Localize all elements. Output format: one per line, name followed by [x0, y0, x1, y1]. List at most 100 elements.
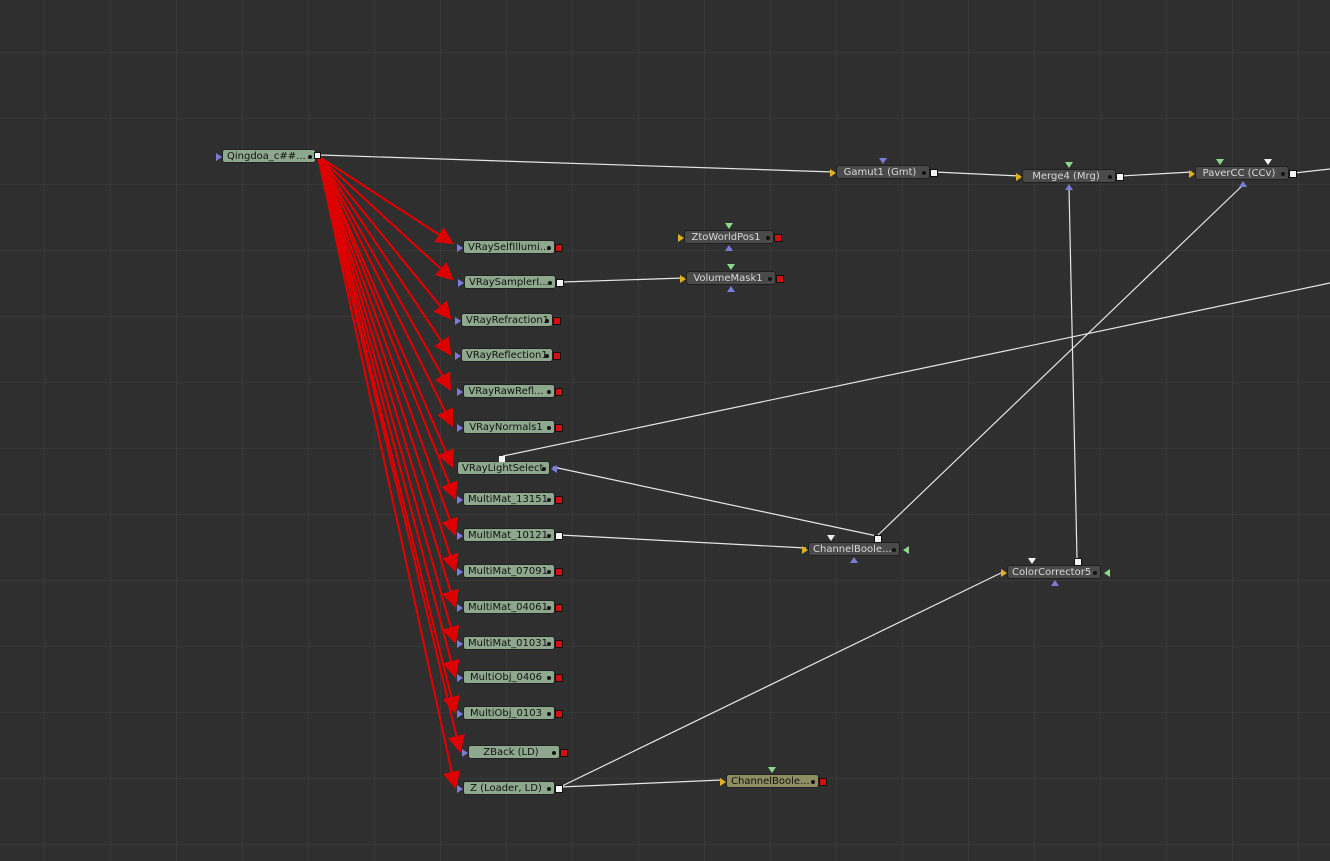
node-volumemask1[interactable]: VolumeMask1 — [680, 264, 784, 292]
input-triangle-top-icon[interactable] — [725, 223, 733, 229]
view-dot-icon[interactable] — [922, 171, 926, 175]
red-wire-9[interactable] — [316, 155, 459, 537]
view-dot-icon[interactable] — [1093, 571, 1097, 575]
output-square-icon[interactable] — [555, 496, 563, 504]
output-square-icon[interactable] — [1289, 170, 1297, 178]
node-multiobj-0103[interactable]: MultiObj_0103 — [457, 706, 563, 720]
node-merge4[interactable]: Merge4 (Mrg) — [1016, 162, 1124, 190]
output-square-icon[interactable] — [930, 169, 938, 177]
output-square-icon[interactable] — [555, 604, 563, 612]
input-triangle-icon[interactable] — [458, 279, 464, 287]
input-triangle-icon[interactable] — [462, 749, 468, 757]
view-dot-icon[interactable] — [547, 712, 551, 716]
input-triangle-icon[interactable] — [720, 778, 726, 786]
input-triangle-icon[interactable] — [457, 244, 463, 252]
input-triangle-icon[interactable] — [455, 352, 461, 360]
input-triangle-top-icon[interactable] — [1028, 558, 1036, 564]
input-triangle-icon[interactable] — [457, 424, 463, 432]
view-dot-icon[interactable] — [547, 606, 551, 610]
node-color-corrector5[interactable]: ColorCorrector5 — [1001, 558, 1110, 586]
effect-mask-input-icon[interactable] — [1104, 569, 1110, 577]
input-triangle-top-icon[interactable] — [879, 158, 887, 164]
view-dot-icon[interactable] — [1281, 172, 1285, 176]
node-vray-refraction1[interactable]: VRayRefraction1 — [455, 313, 561, 327]
input-triangle-icon[interactable] — [216, 153, 222, 161]
wire-merge4-pavercc[interactable] — [1119, 171, 1193, 177]
view-dot-icon[interactable] — [766, 236, 770, 240]
output-square-icon[interactable] — [1074, 558, 1082, 566]
input-triangle-icon[interactable] — [457, 674, 463, 682]
mask-input-icon[interactable] — [1065, 184, 1073, 190]
wire-zloader-channelboole2[interactable] — [559, 779, 723, 788]
input-triangle-icon[interactable] — [457, 388, 463, 396]
node-multimat-10121[interactable]: MultiMat_10121 — [457, 528, 563, 542]
effect-mask-input-icon[interactable] — [903, 546, 909, 554]
output-square-icon[interactable] — [555, 424, 563, 432]
red-wire-16[interactable] — [316, 155, 461, 790]
wire-merge4-colorcorrector[interactable] — [1068, 187, 1078, 560]
view-dot-icon[interactable] — [547, 787, 551, 791]
input-triangle-icon[interactable] — [1189, 170, 1195, 178]
view-dot-icon[interactable] — [547, 246, 551, 250]
view-dot-icon[interactable] — [547, 390, 551, 394]
input-triangle-icon[interactable] — [457, 568, 463, 576]
mask-input-icon[interactable] — [1239, 181, 1247, 187]
red-wire-4[interactable] — [317, 155, 452, 356]
mask-input-icon[interactable] — [725, 245, 733, 251]
node-vray-light-select[interactable]: VRayLightSelect — [457, 456, 557, 475]
red-wire-13[interactable] — [316, 155, 460, 679]
red-wire-12[interactable] — [316, 155, 460, 645]
node-vray-self-illum[interactable]: VRaySelfIllumi... — [457, 240, 563, 254]
node-multimat-04061[interactable]: MultiMat_04061 — [457, 600, 563, 614]
view-dot-icon[interactable] — [547, 534, 551, 538]
output-square-icon[interactable] — [819, 778, 827, 786]
mask-input-icon[interactable] — [727, 286, 735, 292]
output-square-icon[interactable] — [553, 317, 561, 325]
background-input-icon[interactable] — [1016, 173, 1022, 181]
wire-lightselect-offscreen[interactable] — [502, 282, 1330, 457]
node-vray-reflection1[interactable]: VRayReflection1 — [455, 348, 561, 362]
node-zback[interactable]: ZBack (LD) — [462, 745, 568, 759]
input-triangle-top-icon[interactable] — [1216, 159, 1224, 165]
output-square-icon[interactable] — [314, 152, 321, 159]
input-triangle-icon[interactable] — [551, 465, 557, 473]
node-multimat-07091[interactable]: MultiMat_07091 — [457, 564, 563, 578]
input-triangle-top-icon[interactable] — [768, 767, 776, 773]
wire-sampler-volumemask[interactable] — [561, 277, 685, 283]
output-square-icon[interactable] — [555, 568, 563, 576]
wire-gamut1-merge4[interactable] — [934, 171, 1021, 177]
input-triangle-top-icon[interactable] — [1264, 159, 1272, 165]
mask-input-icon[interactable] — [850, 557, 858, 563]
input-triangle-icon[interactable] — [680, 275, 686, 283]
node-vray-sampler[interactable]: VRaySamplerI... — [458, 275, 564, 289]
node-pavercc[interactable]: PaverCC (CCv) — [1189, 159, 1297, 187]
output-square-icon[interactable] — [555, 388, 563, 396]
wire-multimat10121-channelboole[interactable] — [559, 534, 807, 549]
input-triangle-icon[interactable] — [457, 640, 463, 648]
wire-channelboole-lightselect[interactable] — [552, 466, 878, 537]
red-wire-6[interactable] — [317, 155, 454, 427]
view-dot-icon[interactable] — [811, 780, 815, 784]
node-ztoworldpos1[interactable]: ZtoWorldPos1 — [678, 223, 782, 251]
view-dot-icon[interactable] — [547, 570, 551, 574]
output-square-icon[interactable] — [555, 532, 563, 540]
view-dot-icon[interactable] — [547, 426, 551, 430]
output-square-icon[interactable] — [556, 279, 564, 287]
output-square-icon[interactable] — [499, 456, 505, 462]
node-vray-raw-refl[interactable]: VRayRawRefl... — [457, 384, 563, 398]
input-triangle-icon[interactable] — [457, 496, 463, 504]
output-square-icon[interactable] — [553, 352, 561, 360]
node-z-loader[interactable]: Z (Loader, LD) — [457, 781, 563, 795]
input-triangle-icon[interactable] — [1001, 569, 1007, 577]
node-vray-normals1[interactable]: VRayNormals1 — [457, 420, 563, 434]
node-channel-boolean-1[interactable]: ChannelBoole... — [802, 535, 909, 563]
input-triangle-icon[interactable] — [455, 317, 461, 325]
output-square-icon[interactable] — [774, 234, 782, 242]
view-dot-icon[interactable] — [545, 354, 549, 358]
node-gamut1[interactable]: Gamut1 (Gmt) — [830, 158, 938, 179]
view-dot-icon[interactable] — [545, 319, 549, 323]
red-wire-7[interactable] — [316, 155, 454, 469]
input-triangle-icon[interactable] — [830, 169, 836, 177]
output-square-icon[interactable] — [776, 275, 784, 283]
output-square-icon[interactable] — [555, 785, 563, 793]
